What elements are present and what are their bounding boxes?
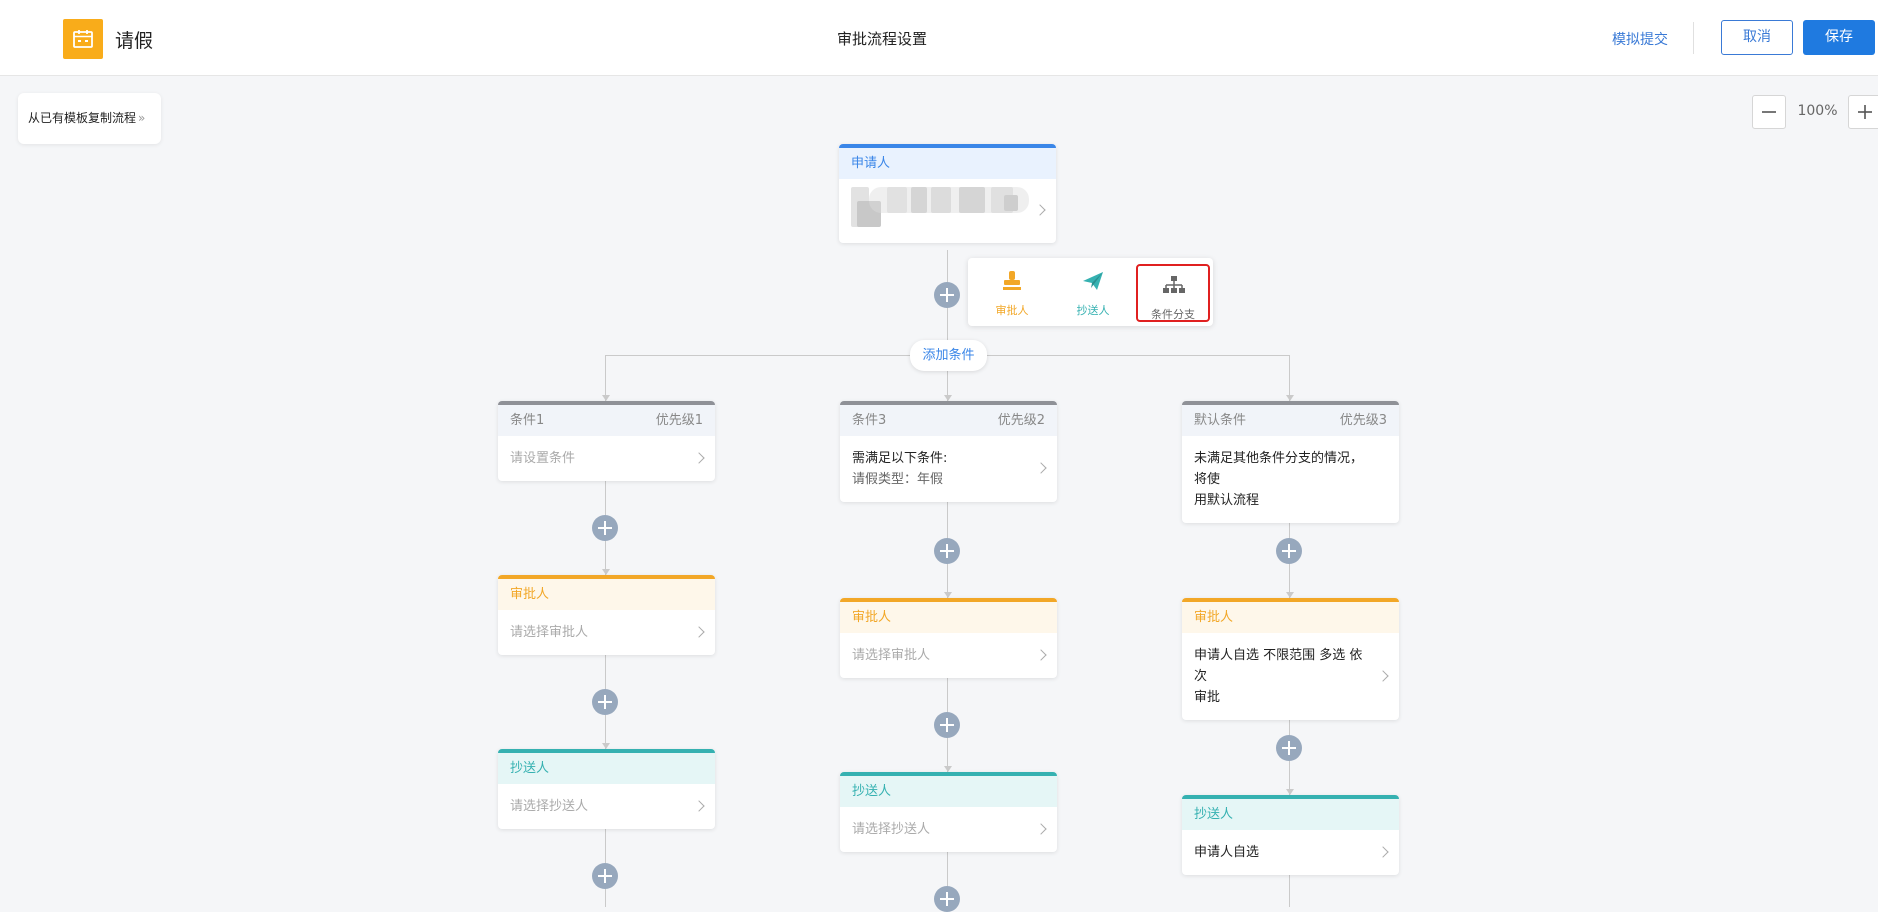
add-node-button[interactable] xyxy=(934,282,960,308)
cc-node[interactable]: 抄送人 请选择抄送人 xyxy=(840,772,1057,852)
add-node-button[interactable] xyxy=(934,538,960,564)
approver-node-title: 审批人 xyxy=(1182,598,1399,633)
applicant-node[interactable]: 申请人 xyxy=(839,144,1056,243)
condition-title: 默认条件 xyxy=(1194,413,1247,428)
add-condition-branch-label: 条件分支 xyxy=(1151,308,1195,321)
approver-node-title: 审批人 xyxy=(498,575,715,610)
priority-label: 优先级1 xyxy=(655,413,703,428)
simulate-submit-link[interactable]: 模拟提交 xyxy=(1612,29,1668,49)
approver-node[interactable]: 审批人 请选择审批人 xyxy=(840,598,1057,678)
minus-icon xyxy=(1762,111,1776,113)
zoom-in-button[interactable] xyxy=(1848,95,1878,129)
condition-title: 条件3 xyxy=(852,413,887,428)
top-bar: 请假 审批流程设置 模拟提交 取消 保存 xyxy=(0,0,1878,76)
stamp-icon xyxy=(1003,271,1021,290)
condition-body: 需满足以下条件: 请假类型：年假 xyxy=(840,436,1057,502)
approver-node[interactable]: 审批人 申请人自选 不限范围 多选 依次 审批 xyxy=(1182,598,1399,720)
applicant-node-title: 申请人 xyxy=(839,144,1056,179)
approver-node-body: 申请人自选 不限范围 多选 依次 审批 xyxy=(1182,633,1399,720)
add-condition-branch-option[interactable]: 条件分支 xyxy=(1136,264,1210,322)
zoom-level: 100% xyxy=(1797,103,1838,119)
applicant-blurred-content xyxy=(839,179,1056,243)
cc-node-body: 申请人自选 xyxy=(1182,830,1399,875)
chevron-right-icon xyxy=(1035,822,1047,835)
cc-node-body: 请选择抄送人 xyxy=(840,807,1057,852)
double-chevron-right-icon: » xyxy=(138,111,146,125)
condition-node[interactable]: 条件3 优先级2 需满足以下条件: 请假类型：年假 xyxy=(840,401,1057,502)
condition-body: 请设置条件 xyxy=(498,436,715,481)
chevron-right-icon xyxy=(1377,669,1389,682)
add-node-menu: 审批人 抄送人 条件分支 xyxy=(968,258,1213,326)
cc-node[interactable]: 抄送人 申请人自选 xyxy=(1182,795,1399,875)
zoom-out-button[interactable] xyxy=(1752,95,1786,129)
add-node-button[interactable] xyxy=(934,712,960,738)
add-approver-option[interactable]: 审批人 xyxy=(976,262,1048,320)
header-divider xyxy=(1693,22,1694,54)
copy-from-template-button[interactable]: 从已有模板复制流程» xyxy=(18,93,161,144)
condition-node[interactable]: 默认条件 优先级3 未满足其他条件分支的情况，将使 用默认流程 xyxy=(1182,401,1399,523)
priority-label: 优先级3 xyxy=(1339,413,1387,428)
cancel-button[interactable]: 取消 xyxy=(1721,20,1793,55)
page-title: 审批流程设置 xyxy=(836,30,927,48)
add-node-button[interactable] xyxy=(592,863,618,889)
condition-node[interactable]: 条件1 优先级1 请设置条件 xyxy=(498,401,715,481)
copy-template-label: 从已有模板复制流程 xyxy=(28,111,137,125)
cc-node-body: 请选择抄送人 xyxy=(498,784,715,829)
condition-body: 未满足其他条件分支的情况，将使 用默认流程 xyxy=(1194,451,1364,508)
chevron-right-icon xyxy=(1035,648,1047,661)
approver-node[interactable]: 审批人 请选择审批人 xyxy=(498,575,715,655)
priority-label: 优先级2 xyxy=(997,413,1045,428)
chevron-right-icon xyxy=(693,451,705,464)
condition-title: 条件1 xyxy=(510,413,545,428)
add-node-button[interactable] xyxy=(1276,538,1302,564)
cc-node-title: 抄送人 xyxy=(498,749,715,784)
approver-node-body: 请选择审批人 xyxy=(498,610,715,655)
add-cc-label: 抄送人 xyxy=(1076,304,1110,317)
cc-node[interactable]: 抄送人 请选择抄送人 xyxy=(498,749,715,829)
add-cc-option[interactable]: 抄送人 xyxy=(1057,262,1129,320)
save-button[interactable]: 保存 xyxy=(1803,20,1875,55)
add-node-button[interactable] xyxy=(592,515,618,541)
add-node-button[interactable] xyxy=(934,886,960,912)
approver-node-body: 请选择审批人 xyxy=(840,633,1057,678)
approver-node-title: 审批人 xyxy=(840,598,1057,633)
add-condition-button[interactable]: 添加条件 xyxy=(910,340,987,371)
chevron-right-icon xyxy=(1035,462,1047,474)
branch-icon xyxy=(1163,276,1185,293)
cc-node-title: 抄送人 xyxy=(1182,795,1399,830)
cc-node-title: 抄送人 xyxy=(840,772,1057,807)
plus-icon xyxy=(1858,105,1872,119)
chevron-right-icon xyxy=(1034,204,1046,216)
chevron-right-icon xyxy=(693,625,705,638)
chevron-right-icon xyxy=(693,799,705,812)
paper-plane-icon xyxy=(1083,272,1103,290)
add-approver-label: 审批人 xyxy=(995,304,1029,317)
add-node-button[interactable] xyxy=(1276,735,1302,761)
chevron-right-icon xyxy=(1377,845,1389,858)
add-node-button[interactable] xyxy=(592,689,618,715)
